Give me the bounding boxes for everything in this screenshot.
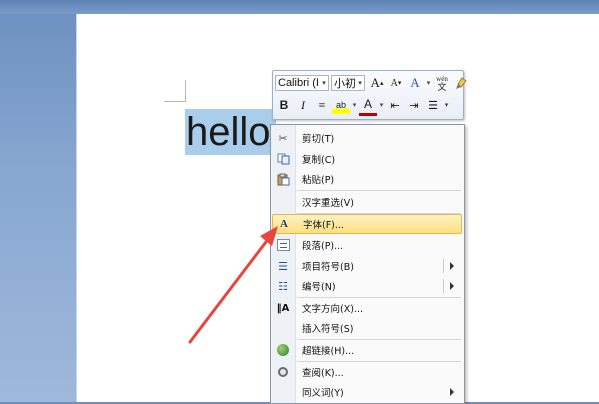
annotation-arrow-head xyxy=(260,226,278,246)
annotation-arrow xyxy=(188,226,278,344)
annotation-arrow-shaft xyxy=(188,236,271,344)
